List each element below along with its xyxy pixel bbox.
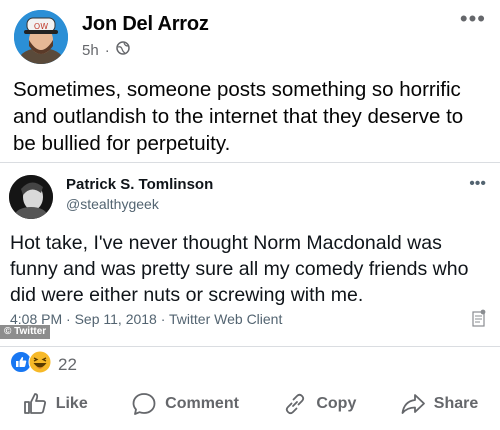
post-meta: 5h · — [82, 41, 130, 59]
tweet-avatar-image — [9, 175, 53, 219]
tweet-author-handle[interactable]: @stealthygeek — [66, 196, 159, 212]
post-more-options-icon[interactable]: ••• — [460, 8, 486, 30]
twitter-source-tag: © Twitter — [0, 325, 51, 339]
reaction-count[interactable]: 22 — [58, 355, 77, 375]
tweet-author-avatar[interactable] — [9, 175, 53, 219]
thumbs-up-icon — [22, 391, 48, 417]
like-button[interactable]: Like — [22, 391, 88, 417]
embedded-tweet[interactable]: Patrick S. Tomlinson @stealthygeek ••• H… — [0, 162, 500, 347]
tweet-more-options-icon[interactable]: ••• — [469, 175, 486, 193]
comment-bubble-icon — [131, 391, 157, 417]
like-label: Like — [55, 395, 88, 412]
comment-button[interactable]: Comment — [131, 391, 239, 417]
haha-reaction-icon — [28, 350, 52, 379]
reactions-summary[interactable]: 22 — [10, 350, 77, 379]
avatar-image: OW — [14, 10, 68, 64]
copy-button[interactable]: Copy — [282, 391, 356, 417]
document-icon[interactable] — [472, 309, 486, 332]
tweet-meta: 4:08 PM · Sep 11, 2018 · Twitter Web Cli… — [10, 311, 283, 327]
tweet-author-name[interactable]: Patrick S. Tomlinson — [66, 176, 213, 193]
tweet-text: Hot take, I've never thought Norm Macdon… — [10, 232, 469, 306]
author-avatar[interactable]: OW — [14, 10, 68, 64]
post-timestamp[interactable]: 5h — [82, 42, 99, 59]
share-label: Share — [433, 395, 479, 412]
copy-label: Copy — [316, 395, 357, 412]
action-bar: Like Comment Copy Share — [0, 384, 500, 424]
svg-text:OW: OW — [34, 22, 48, 31]
author-name[interactable]: Jon Del Arroz — [82, 13, 209, 36]
meta-separator: · — [104, 41, 110, 59]
globe-icon — [115, 41, 130, 59]
post-text: Sometimes, someone posts something so ho… — [13, 78, 464, 155]
comment-label: Comment — [165, 395, 239, 412]
share-button[interactable]: Share — [400, 391, 478, 417]
share-arrow-icon — [400, 391, 426, 417]
link-icon — [282, 391, 308, 417]
